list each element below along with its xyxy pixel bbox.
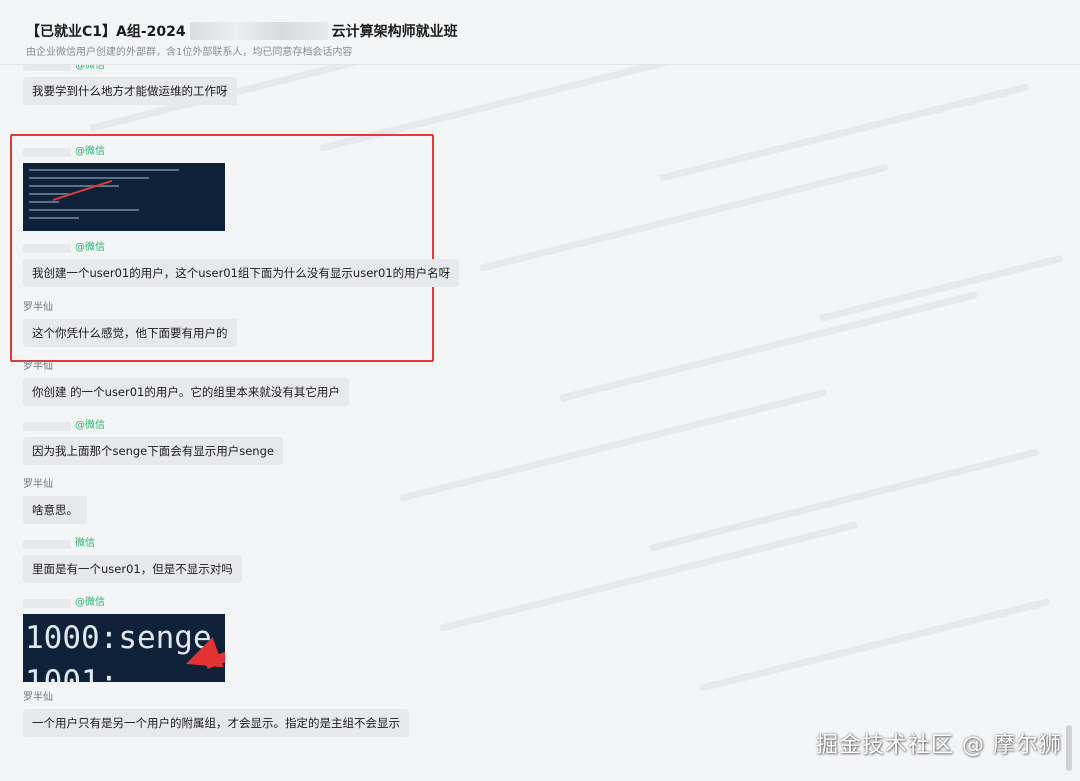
- message-item: @微信 我创建一个user01的用户，这个user01组下面为什么没有显示use…: [23, 241, 460, 287]
- message-bubble[interactable]: 啥意思。: [23, 496, 87, 524]
- message-sender: @微信: [23, 145, 225, 159]
- sender-redaction: [23, 147, 71, 157]
- background-watermark: [699, 598, 1051, 692]
- message-item: @微信: [23, 145, 225, 231]
- external-tag: @微信: [75, 242, 105, 253]
- message-item: 罗半仙 这个你凭什么感觉，他下面要有用户的: [23, 301, 237, 347]
- chat-header: 【已就业C1】A组-2024 云计算架构师就业班 由企业微信用户创建的外部群，含…: [0, 0, 1080, 65]
- terminal-screenshot-thumbnail[interactable]: [23, 163, 225, 231]
- message-sender: 罗半仙: [23, 302, 53, 313]
- message-list[interactable]: @微信 我要学到什么地方才能做运维的工作呀 @微信 @微信 我创建一个user0…: [0, 65, 1080, 781]
- terminal-line: [29, 177, 149, 179]
- message-bubble[interactable]: 你创建 的一个user01的用户。它的组里本来就没有其它用户: [23, 378, 349, 406]
- terminal-screenshot-zoomed[interactable]: 1000:senge 1001:: [23, 614, 225, 682]
- terminal-line: [29, 169, 179, 171]
- message-item: 微信 里面是有一个user01，但是不显示对吗: [23, 537, 242, 583]
- terminal-line: [29, 209, 139, 211]
- chat-window: 【已就业C1】A组-2024 云计算架构师就业班 由企业微信用户创建的外部群，含…: [0, 0, 1080, 781]
- title-redaction: [189, 22, 328, 40]
- sender-redaction: [23, 539, 71, 549]
- sender-redaction: [23, 421, 71, 431]
- external-tag: 微信: [75, 538, 95, 549]
- message-item: 罗半仙 一个用户只有是另一个用户的附属组，才会显示。指定的是主组不会显示: [23, 691, 409, 737]
- background-watermark: [399, 388, 828, 502]
- message-sender: @微信: [23, 419, 283, 433]
- background-watermark: [649, 448, 1039, 552]
- message-sender: 微信: [23, 537, 242, 551]
- background-watermark: [659, 83, 1030, 182]
- message-item: @微信 1000:senge 1001:: [23, 596, 225, 682]
- message-sender: @微信: [23, 65, 237, 73]
- watermark-label: 掘金技术社区 @ 摩尔狮: [816, 733, 1062, 758]
- sender-redaction: [23, 243, 71, 253]
- sender-redaction: [23, 65, 71, 71]
- message-sender: 罗半仙: [23, 361, 53, 372]
- background-watermark: [479, 163, 889, 272]
- group-subtitle: 由企业微信用户创建的外部群，含1位外部联系人，均已同意存档会话内容: [26, 47, 353, 58]
- message-item: @微信 因为我上面那个senge下面会有显示用户senge: [23, 419, 283, 465]
- scrollbar-thumb[interactable]: [1066, 725, 1072, 771]
- red-arrow-annotation: [52, 179, 113, 201]
- message-item: 罗半仙 啥意思。: [23, 478, 87, 524]
- message-sender: 罗半仙: [23, 692, 53, 703]
- terminal-line: [29, 201, 59, 203]
- external-tag: @微信: [75, 597, 105, 608]
- message-sender: @微信: [23, 596, 225, 610]
- background-watermark: [819, 254, 1064, 322]
- image-text-line: 1001:: [25, 664, 119, 682]
- message-bubble[interactable]: 这个你凭什么感觉，他下面要有用户的: [23, 319, 237, 347]
- external-tag: @微信: [75, 146, 105, 157]
- background-watermark: [439, 521, 859, 632]
- message-bubble[interactable]: 里面是有一个user01，但是不显示对吗: [23, 555, 242, 583]
- message-bubble[interactable]: 我创建一个user01的用户，这个user01组下面为什么没有显示user01的…: [23, 259, 460, 287]
- message-item: @微信 我要学到什么地方才能做运维的工作呀: [23, 65, 237, 105]
- background-watermark: [559, 291, 979, 402]
- message-bubble[interactable]: 一个用户只有是另一个用户的附属组，才会显示。指定的是主组不会显示: [23, 709, 409, 737]
- external-tag: @微信: [75, 65, 105, 71]
- terminal-line: [29, 217, 79, 219]
- message-bubble[interactable]: 因为我上面那个senge下面会有显示用户senge: [23, 437, 283, 465]
- group-title-prefix: 【已就业C1】A组-2024: [26, 24, 186, 40]
- message-bubble[interactable]: 我要学到什么地方才能做运维的工作呀: [23, 77, 237, 105]
- sender-redaction: [23, 598, 71, 608]
- external-tag: @微信: [75, 420, 105, 431]
- message-sender: 罗半仙: [23, 479, 53, 490]
- terminal-line: [29, 185, 119, 187]
- message-sender: @微信: [23, 241, 459, 255]
- group-title-suffix: 云计算架构师就业班: [331, 24, 458, 40]
- message-item: 罗半仙 你创建 的一个user01的用户。它的组里本来就没有其它用户: [23, 360, 349, 406]
- group-title: 【已就业C1】A组-2024 云计算架构师就业班: [26, 20, 458, 42]
